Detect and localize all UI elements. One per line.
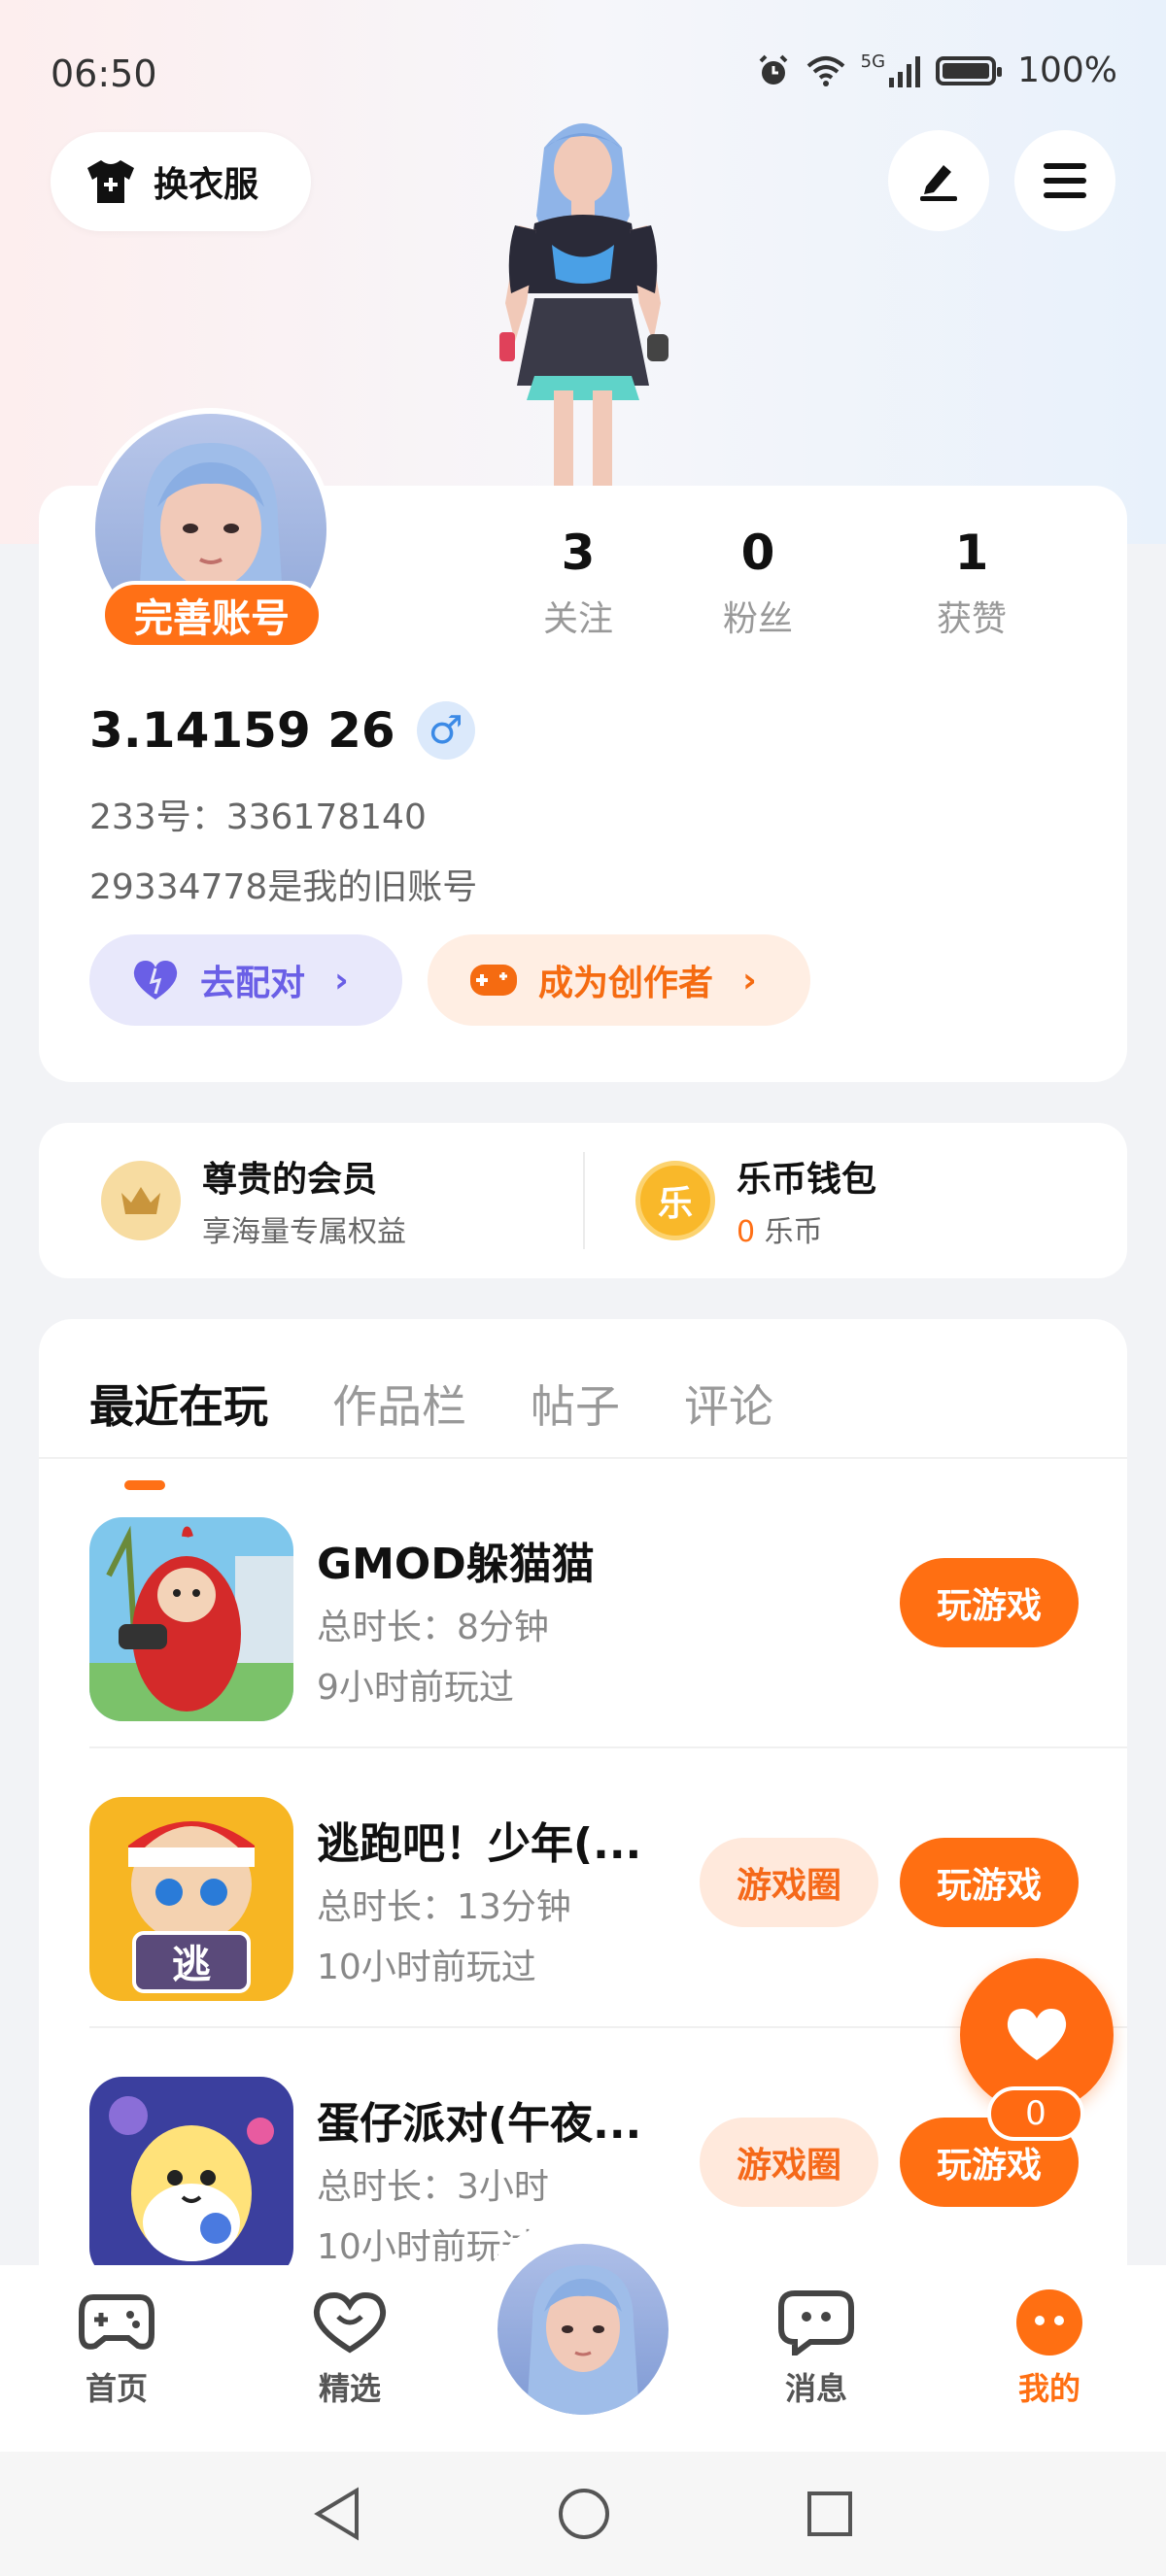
home-circle-icon[interactable] [557, 2487, 611, 2541]
chevron-right-icon: › [742, 960, 757, 1000]
game-name: 逃跑吧！少年(... [317, 1819, 642, 1869]
stats-row: 3 关注 0 粉丝 1 获赞 [505, 525, 1127, 641]
wallet-unit: 乐币 [764, 1215, 823, 1249]
stat-likes-label: 获赞 [936, 599, 1007, 639]
vip-entry[interactable]: 尊贵的会员 享海量专属权益 [101, 1123, 406, 1278]
wallet-title: 乐币钱包 [737, 1160, 877, 1200]
stat-fans-count: 0 [740, 525, 775, 581]
stat-following-label: 关注 [542, 599, 613, 639]
gamepad-icon [79, 2294, 154, 2350]
game-icon-eggy-party[interactable] [89, 2077, 293, 2281]
tab-posts[interactable]: 帖子 [531, 1372, 620, 1436]
user-bio: 29334778是我的旧账号 [89, 867, 478, 907]
tab-comments[interactable]: 评论 [684, 1372, 773, 1436]
signal-icon [889, 55, 921, 87]
nav-label-messages: 消息 [784, 2370, 847, 2407]
wifi-icon [806, 55, 844, 86]
wardrobe-label: 换衣服 [154, 165, 259, 205]
member-card: 尊贵的会员 享海量专属权益 乐 乐币钱包 0 乐币 [39, 1123, 1127, 1278]
nav-item-me[interactable]: 我的 [981, 2288, 1117, 2409]
wallet-entry[interactable]: 乐 乐币钱包 0 乐币 [635, 1123, 876, 1278]
stat-following-count: 3 [561, 525, 596, 581]
nav-label-me: 我的 [1017, 2370, 1080, 2407]
stat-fans[interactable]: 0 粉丝 [651, 525, 865, 641]
username-row: 3.14159 26 ♂ [89, 701, 475, 760]
game-duration: 总时长：13分钟 [317, 1887, 571, 1927]
vip-subtitle: 享海量专属权益 [202, 1215, 406, 1249]
like-count-badge: 0 [987, 2086, 1084, 2141]
user-id: 233号：336178140 [89, 797, 427, 837]
status-time: 06:50 [51, 52, 157, 95]
stat-likes-count: 1 [954, 525, 989, 581]
play-game-button[interactable]: 玩游戏 [900, 1838, 1079, 1927]
game-circle-button[interactable]: 游戏圈 [700, 2118, 878, 2207]
match-button[interactable]: 去配对 › [89, 934, 402, 1026]
profile-tabs: 最近在玩 作品栏 帖子 评论 [89, 1372, 773, 1436]
game-name: 蛋仔派对(午夜... [317, 2099, 642, 2149]
wallet-amount: 0 [737, 1215, 756, 1249]
heart-face-icon [313, 2291, 387, 2354]
network-label: 5G [860, 51, 886, 72]
battery-percent: 100% [1017, 51, 1117, 90]
back-icon[interactable] [312, 2487, 362, 2541]
game-name: GMOD躲猫猫 [317, 1540, 595, 1589]
nav-item-home[interactable]: 首页 [49, 2288, 185, 2409]
tabs-divider [39, 1457, 1127, 1459]
recents-icon[interactable] [806, 2490, 854, 2538]
game-icon-text: 逃 [172, 1943, 211, 1987]
list-item[interactable]: 逃 逃跑吧！少年(... 总时长：13分钟 10小时前玩过 游戏圈 玩游戏 [39, 1748, 1127, 2028]
nav-item-messages[interactable]: 消息 [748, 2288, 884, 2409]
menu-icon [1044, 163, 1086, 198]
avatar-face-icon [527, 2265, 639, 2415]
crown-icon [101, 1161, 181, 1240]
game-duration: 总时长：8分钟 [317, 1608, 549, 1647]
list-item[interactable]: GMOD躲猫猫 总时长：8分钟 9小时前玩过 玩游戏 [39, 1469, 1127, 1748]
become-creator-button[interactable]: 成为创作者 › [428, 934, 810, 1026]
tab-recent-played[interactable]: 最近在玩 [89, 1372, 268, 1436]
edit-button[interactable] [888, 130, 989, 231]
chevron-right-icon: › [334, 960, 349, 1000]
complete-account-badge[interactable]: 完善账号 [101, 581, 323, 649]
vip-title: 尊贵的会员 [202, 1160, 378, 1200]
match-label: 去配对 [200, 964, 306, 1003]
game-circle-button[interactable]: 游戏圈 [700, 1838, 878, 1927]
wardrobe-button[interactable]: 换衣服 [51, 132, 311, 231]
male-gender-icon: ♂ [416, 701, 475, 760]
stat-following[interactable]: 3 关注 [505, 525, 651, 641]
game-duration: 总时长：3小时 [317, 2167, 549, 2207]
tshirt-icon [87, 160, 134, 203]
creator-label: 成为创作者 [538, 964, 714, 1003]
status-icons: 5G 100% [756, 51, 1117, 90]
edit-icon [920, 165, 957, 201]
menu-button[interactable] [1014, 130, 1115, 231]
game-icon-escape[interactable]: 逃 [89, 1797, 293, 2001]
tab-works[interactable]: 作品栏 [332, 1372, 466, 1436]
heart-icon [1007, 2009, 1067, 2060]
game-icon-gmod[interactable] [89, 1517, 293, 1721]
divider [583, 1152, 585, 1249]
stat-fans-label: 粉丝 [722, 599, 793, 639]
avatar-character[interactable] [476, 109, 690, 486]
nav-label-home: 首页 [85, 2370, 148, 2407]
nav-label-featured: 精选 [318, 2370, 381, 2407]
heart-icon [133, 961, 178, 1000]
stat-likes[interactable]: 1 获赞 [865, 525, 1079, 641]
coin-icon: 乐 [635, 1161, 715, 1240]
username: 3.14159 26 [89, 702, 395, 759]
alarm-icon [759, 54, 788, 85]
chat-icon [778, 2290, 854, 2356]
profile-face-icon [1016, 2289, 1082, 2356]
game-last-played: 10小时前玩过 [317, 1948, 536, 1987]
gamepad-plus-icon [470, 965, 517, 996]
play-game-button[interactable]: 玩游戏 [900, 1558, 1079, 1647]
nav-item-featured[interactable]: 精选 [282, 2288, 418, 2409]
wallet-balance: 0 乐币 [737, 1207, 876, 1250]
game-last-played: 9小时前玩过 [317, 1668, 514, 1708]
battery-icon [936, 55, 1003, 85]
system-navigation-bar [0, 2452, 1166, 2576]
center-avatar-button[interactable] [492, 2238, 674, 2421]
